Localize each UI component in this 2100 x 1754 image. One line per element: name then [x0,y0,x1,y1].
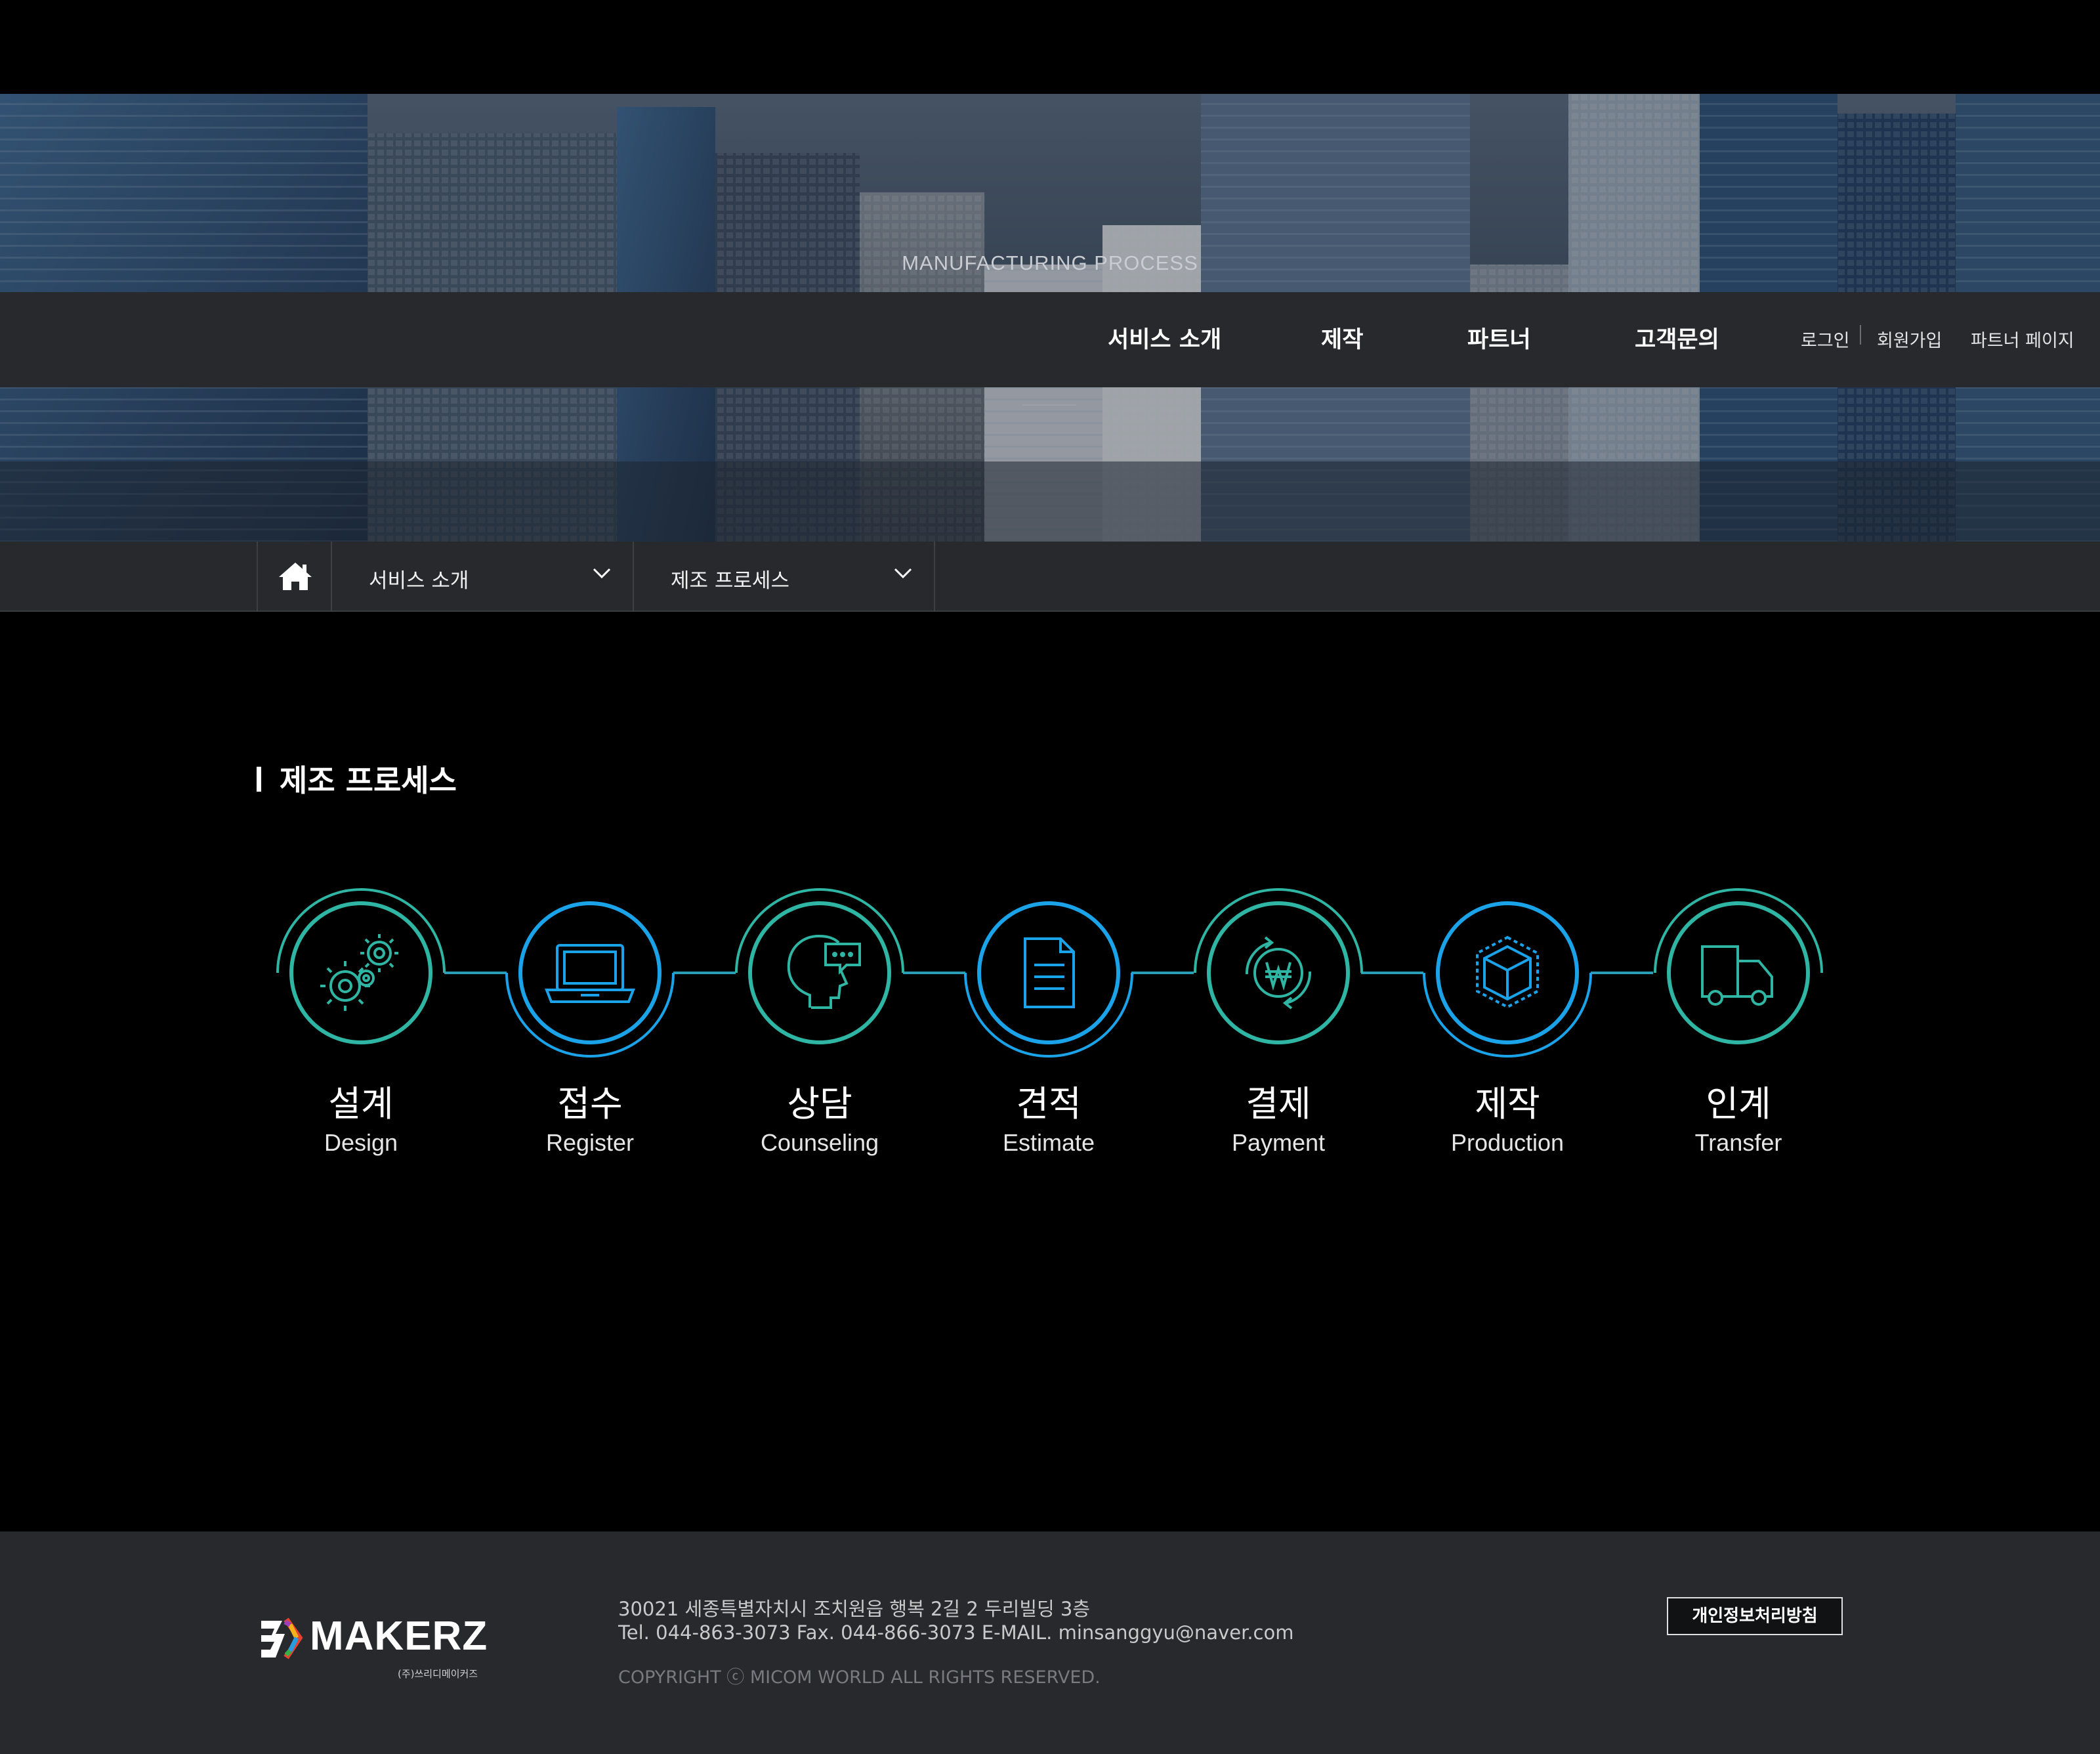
step-register-icon [505,901,675,1058]
breadcrumb-level1-label: 서비스 소개 [369,569,469,593]
signup-link[interactable]: 회원가입 [1877,326,1942,352]
hero-underline [1022,404,1076,406]
logo-subtext: (주)쓰리디메이커즈 [398,1668,478,1680]
company-address: 30021 세종특별자치시 조치원읍 행복 2길 2 두리빌딩 3층 [618,1598,1091,1620]
step-counseling-subtitle: Counseling [760,1129,879,1156]
section-title-marker [257,767,261,792]
step-production-subtitle: Production [1450,1129,1564,1156]
logo-mark-icon [261,1617,303,1659]
step-transfer-subtitle: Transfer [1694,1129,1782,1156]
copyright-text: COPYRIGHT ⓒ MICOM WORLD ALL RIGHTS RESER… [618,1667,1101,1688]
page-title: 제조 프로세스 [280,763,457,798]
company-logo[interactable]: MAKERZ (주)쓰리디메이커즈 [256,1612,499,1680]
nav-item-service[interactable]: 서비스 소개 [1108,321,1221,354]
step-payment-subtitle: Payment [1231,1129,1326,1156]
step-counseling-icon [735,888,904,1044]
step-transfer-title: 인계 [1706,1083,1771,1124]
logo-text: MAKERZ [310,1614,488,1659]
step-transfer-icon [1654,888,1823,1044]
partner-page-link[interactable]: 파트너 페이지 [1971,326,2074,352]
privacy-policy-button[interactable]: 개인정보처리방침 [1667,1597,1843,1635]
step-design-subtitle: Design [324,1129,398,1156]
hero-title: MANUFACTURING PROCESS [902,251,1198,274]
home-icon [279,563,312,590]
step-estimate-icon [964,901,1133,1058]
breadcrumb-dropdown-process[interactable]: 제조 프로세스 [633,542,935,612]
step-counseling-title: 상담 [787,1083,852,1124]
step-design-title: 설계 [328,1083,394,1124]
nav-item-contact[interactable]: 고객문의 [1635,321,1719,354]
breadcrumb-level2-label: 제조 프로세스 [671,569,789,593]
company-contact: Tel. 044-863-3073 Fax. 044-866-3073 E-MA… [618,1621,1294,1644]
step-register-subtitle: Register [545,1129,635,1156]
nav-item-partner[interactable]: 파트너 [1467,321,1531,354]
process-flow [276,888,1823,1058]
login-link[interactable]: 로그인 [1801,326,1850,352]
step-estimate-subtitle: Estimate [1002,1129,1095,1156]
step-payment-title: 결제 [1246,1083,1311,1124]
breadcrumb-dropdown-service[interactable]: 서비스 소개 [331,542,633,612]
top-nav-bar: 서비스 소개 제작 파트너 고객문의 로그인 회원가입 파트너 페이지 [0,292,2100,387]
step-production-icon [1423,901,1592,1058]
chevron-down-icon [593,568,611,579]
step-register-title: 접수 [557,1083,623,1124]
nav-item-production[interactable]: 제작 [1321,321,1363,354]
step-estimate-title: 견적 [1016,1083,1082,1124]
breadcrumb: 서비스 소개 제조 프로세스 [0,542,2100,612]
step-production-title: 제작 [1475,1083,1540,1124]
chevron-down-icon [894,568,912,579]
footer: MAKERZ (주)쓰리디메이커즈 30021 세종특별자치시 조치원읍 행복 … [0,1531,2100,1754]
breadcrumb-home-button[interactable] [257,542,331,612]
step-payment-icon [1194,888,1363,1044]
step-design-icon [276,888,446,1044]
util-divider [1860,325,1861,345]
